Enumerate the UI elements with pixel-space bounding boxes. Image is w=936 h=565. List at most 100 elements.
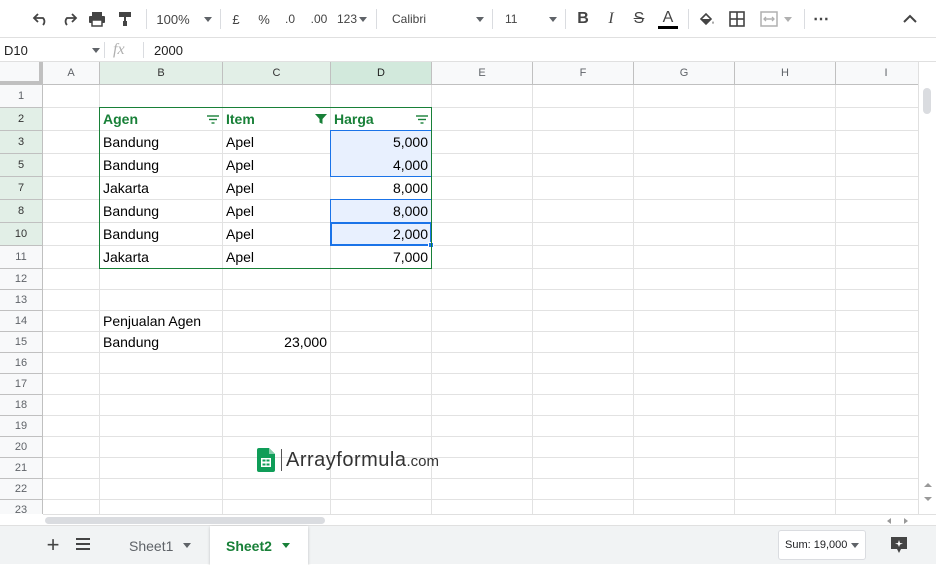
row-header[interactable]: 10 bbox=[0, 223, 43, 246]
table-cell[interactable]: 4,000 bbox=[331, 154, 431, 176]
bold-button[interactable]: B bbox=[574, 6, 592, 32]
scroll-down-icon[interactable] bbox=[923, 496, 933, 502]
table-cell[interactable]: Bandung bbox=[100, 154, 222, 176]
row-header[interactable]: 11 bbox=[0, 246, 43, 269]
table-cell[interactable]: 2,000 bbox=[331, 223, 431, 245]
more-options-button[interactable]: ⋯ bbox=[810, 6, 832, 32]
row-label: 1 bbox=[17, 90, 25, 102]
collapse-toolbar-icon[interactable] bbox=[900, 6, 920, 32]
table-cell[interactable]: Apel bbox=[223, 177, 330, 199]
summary-total[interactable]: 23,000 bbox=[223, 332, 330, 352]
scroll-up-icon[interactable] bbox=[923, 482, 933, 488]
table-cell[interactable]: Jakarta bbox=[100, 177, 222, 199]
chevron-down-icon bbox=[359, 16, 368, 22]
row-header[interactable]: 2 bbox=[0, 108, 43, 131]
row-header[interactable]: 3 bbox=[0, 131, 43, 154]
summary-agent[interactable]: Bandung bbox=[100, 332, 222, 352]
horizontal-scrollbar[interactable] bbox=[43, 514, 936, 525]
column-header-e[interactable]: E bbox=[432, 62, 533, 85]
filter-active-icon[interactable] bbox=[315, 113, 327, 125]
explore-icon[interactable] bbox=[890, 536, 908, 554]
table-cell[interactable]: Bandung bbox=[100, 131, 222, 153]
vertical-scroll-thumb[interactable] bbox=[923, 88, 931, 114]
table-cell[interactable]: 8,000 bbox=[331, 177, 431, 199]
increase-decimal-button[interactable]: .00 bbox=[307, 6, 331, 32]
table-cell[interactable]: 7,000 bbox=[331, 246, 431, 268]
table-cell[interactable]: 5,000 bbox=[331, 131, 431, 153]
all-sheets-icon[interactable] bbox=[76, 538, 90, 550]
row-header[interactable]: 5 bbox=[0, 154, 43, 177]
row-header[interactable]: 15 bbox=[0, 332, 43, 353]
text-color-button[interactable]: A bbox=[656, 6, 680, 32]
row-header[interactable]: 7 bbox=[0, 177, 43, 200]
row-label: 2 bbox=[17, 113, 25, 125]
row-header[interactable]: 14 bbox=[0, 311, 43, 332]
percent-button[interactable]: % bbox=[255, 6, 273, 32]
fill-color-icon[interactable] bbox=[696, 6, 718, 32]
filter-icon[interactable] bbox=[416, 114, 428, 124]
row-header[interactable]: 21 bbox=[0, 458, 43, 479]
summary-label[interactable]: Penjualan Agen bbox=[100, 311, 300, 331]
row-header[interactable]: 23 bbox=[0, 500, 43, 514]
add-sheet-icon[interactable]: + bbox=[44, 532, 62, 557]
row-header[interactable]: 22 bbox=[0, 479, 43, 500]
row-header[interactable]: 17 bbox=[0, 374, 43, 395]
table-cell[interactable]: 8,000 bbox=[331, 200, 431, 222]
row-header[interactable]: 1 bbox=[0, 85, 43, 108]
column-header-g[interactable]: G bbox=[634, 62, 735, 85]
table-cell[interactable]: Apel bbox=[223, 200, 330, 222]
column-header-b[interactable]: B bbox=[100, 62, 223, 85]
italic-button[interactable]: I bbox=[602, 6, 620, 32]
horizontal-scroll-thumb[interactable] bbox=[45, 517, 325, 524]
header-cell-harga[interactable]: Harga bbox=[331, 108, 431, 130]
chevron-down-icon bbox=[476, 16, 484, 22]
column-header-f[interactable]: F bbox=[533, 62, 634, 85]
formula-input[interactable]: 2000 bbox=[154, 38, 183, 62]
more-formats-button[interactable]: 123 bbox=[336, 6, 368, 32]
select-all-corner[interactable] bbox=[0, 62, 43, 85]
row-header[interactable]: 20 bbox=[0, 437, 43, 458]
filter-icon[interactable] bbox=[207, 114, 219, 124]
row-header[interactable]: 16 bbox=[0, 353, 43, 374]
column-header-i[interactable]: I bbox=[836, 62, 918, 85]
zoom-select[interactable]: 100% bbox=[156, 6, 212, 32]
header-cell-agen[interactable]: Agen bbox=[100, 108, 222, 130]
font-family-select[interactable]: Calibri bbox=[392, 6, 484, 32]
sheet-grid[interactable]: A B C D E F G H I 1 2 3 5 7 8 10 11 12 1… bbox=[0, 62, 918, 514]
strikethrough-button[interactable]: S bbox=[630, 6, 648, 32]
decrease-decimal-button[interactable]: .0 bbox=[280, 6, 300, 32]
redo-icon[interactable] bbox=[58, 6, 80, 32]
scroll-left-icon[interactable] bbox=[886, 517, 892, 525]
paint-format-icon[interactable] bbox=[114, 6, 136, 32]
scroll-right-icon[interactable] bbox=[903, 517, 909, 525]
table-cell[interactable]: Apel bbox=[223, 246, 330, 268]
row-header[interactable]: 12 bbox=[0, 269, 43, 290]
row-label: 15 bbox=[14, 336, 28, 348]
table-cell[interactable]: Apel bbox=[223, 131, 330, 153]
column-header-d[interactable]: D bbox=[331, 62, 432, 85]
table-cell[interactable]: Bandung bbox=[100, 223, 222, 245]
column-header-c[interactable]: C bbox=[223, 62, 331, 85]
row-header[interactable]: 8 bbox=[0, 200, 43, 223]
row-header[interactable]: 19 bbox=[0, 416, 43, 437]
tab-sheet2[interactable]: Sheet2 bbox=[210, 526, 308, 565]
table-cell[interactable]: Jakarta bbox=[100, 246, 222, 268]
tab-sheet1[interactable]: Sheet1 bbox=[112, 526, 210, 565]
header-cell-item[interactable]: Item bbox=[223, 108, 330, 130]
name-box[interactable]: D10 bbox=[4, 38, 100, 62]
font-size-select[interactable]: 11 bbox=[505, 6, 557, 32]
merge-cells-icon[interactable] bbox=[756, 6, 796, 32]
borders-icon[interactable] bbox=[726, 6, 748, 32]
print-icon[interactable] bbox=[86, 6, 108, 32]
table-cell[interactable]: Bandung bbox=[100, 200, 222, 222]
row-header[interactable]: 13 bbox=[0, 290, 43, 311]
table-cell[interactable]: Apel bbox=[223, 223, 330, 245]
undo-icon[interactable] bbox=[30, 6, 52, 32]
column-header-h[interactable]: H bbox=[735, 62, 836, 85]
row-header[interactable]: 18 bbox=[0, 395, 43, 416]
currency-button[interactable]: £ bbox=[228, 6, 244, 32]
vertical-scrollbar[interactable] bbox=[918, 62, 936, 514]
table-cell[interactable]: Apel bbox=[223, 154, 330, 176]
sum-indicator[interactable]: Sum: 19,000 bbox=[778, 530, 866, 560]
column-header-a[interactable]: A bbox=[43, 62, 100, 85]
